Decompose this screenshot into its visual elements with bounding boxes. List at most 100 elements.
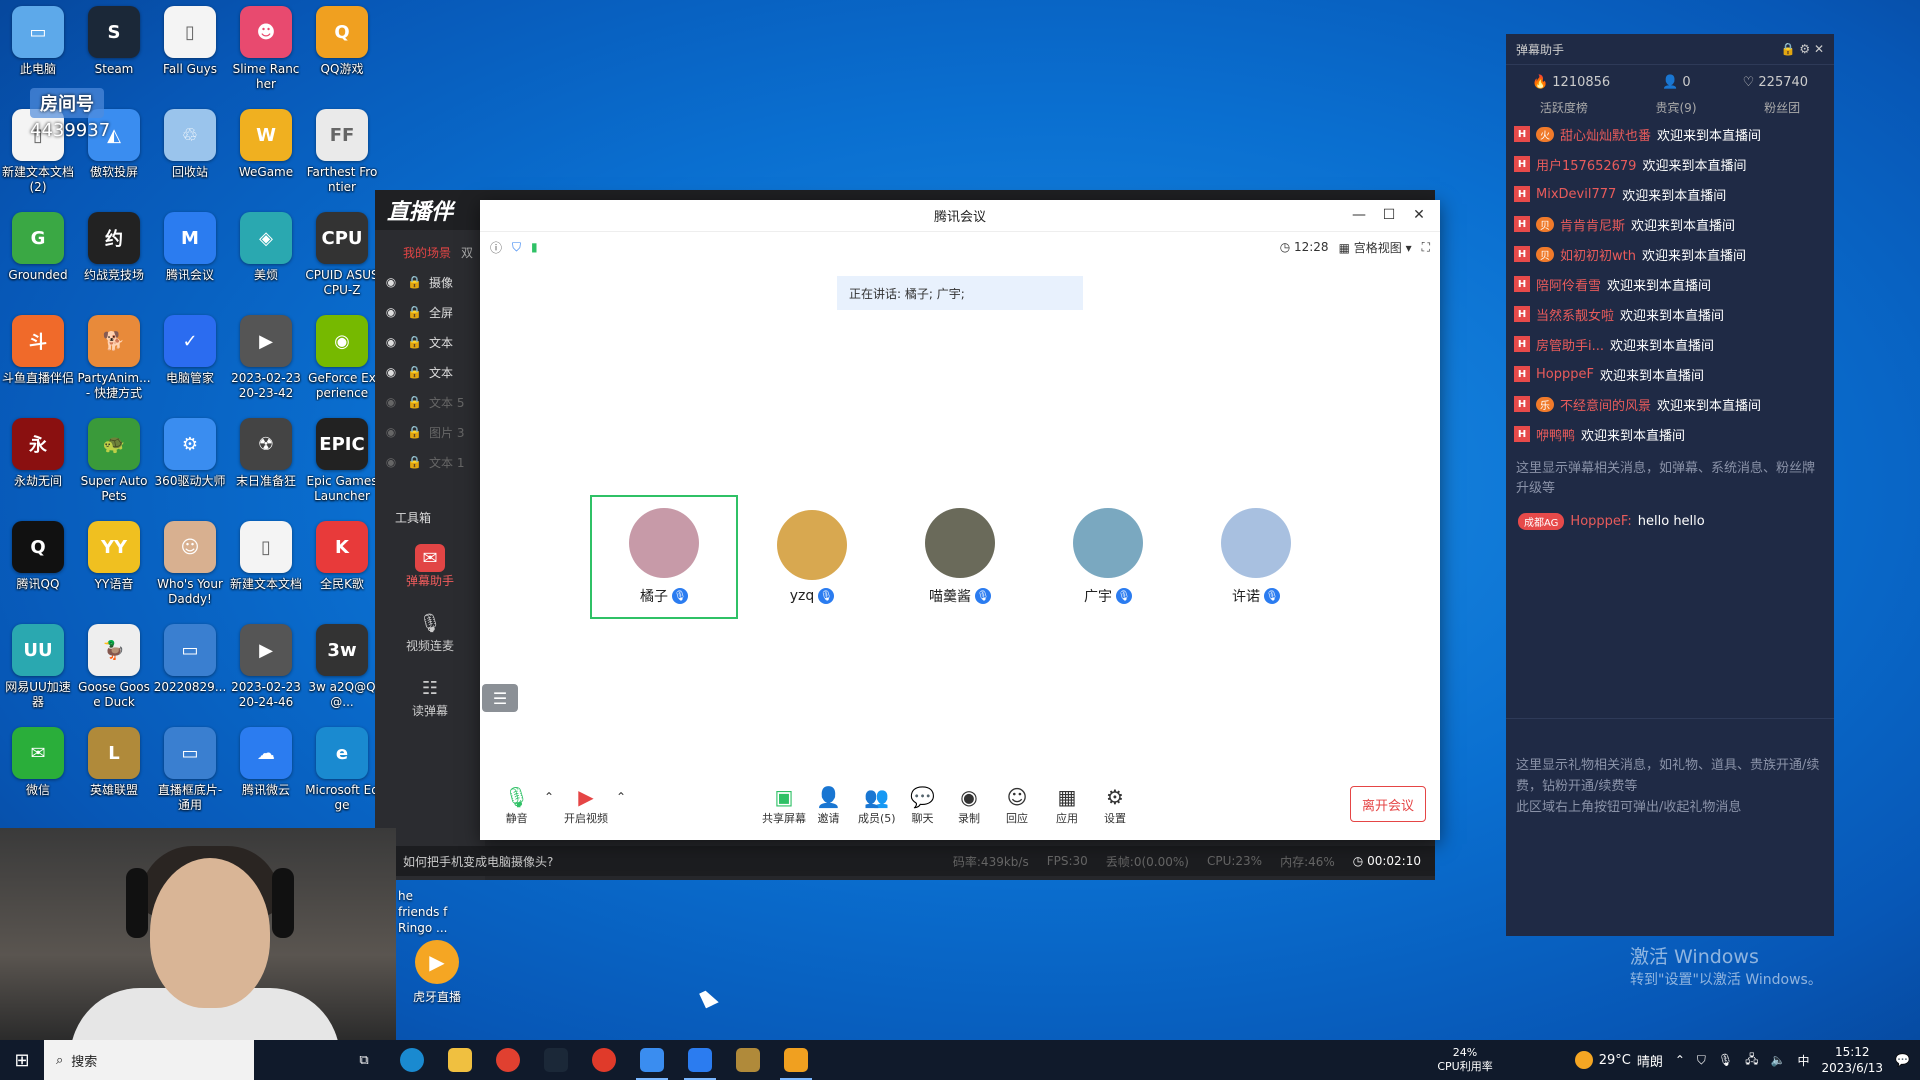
taskbar-edge[interactable] — [388, 1040, 436, 1080]
desktop-icon[interactable]: G Grounded — [0, 206, 76, 309]
desktop-icon[interactable]: W WeGame — [228, 103, 304, 206]
desktop-icon[interactable]: 斗斗鱼直播伴侣 — [0, 309, 76, 412]
shield-icon[interactable]: ⛉ — [512, 240, 521, 255]
scene-item[interactable]: ◉ 🔒 文本 5 — [375, 387, 485, 417]
taskbar-chrome[interactable] — [484, 1040, 532, 1080]
tab-fan-club[interactable]: 粉丝团 — [1764, 99, 1800, 119]
scene-item[interactable]: ◉ 🔒 文本 — [375, 357, 485, 387]
taskbar-explorer[interactable] — [436, 1040, 484, 1080]
desktop-icon[interactable]: Q QQ游戏 — [304, 0, 380, 103]
tab-activity-rank[interactable]: 活跃度榜 — [1540, 99, 1588, 119]
chat-button[interactable]: 💬 聊天 — [910, 784, 935, 826]
network-icon[interactable]: 🖧 — [1745, 1050, 1758, 1071]
apps-button[interactable]: ▦ 应用 — [1056, 784, 1078, 826]
desktop-icon[interactable]: ◉ GeForce Experience — [304, 309, 380, 412]
desktop-icon[interactable]: M 腾讯会议 — [152, 206, 228, 309]
desktop-icon[interactable]: EPIC Epic Games Launcher — [304, 412, 380, 515]
lock-icon[interactable]: 🔒 — [407, 425, 422, 439]
settings-button[interactable]: ⚙ 设置 — [1104, 784, 1126, 826]
lock-icon[interactable]: 🔒 — [407, 455, 422, 469]
eye-icon[interactable]: ◉ — [385, 275, 397, 289]
list-toggle-button[interactable]: ☰ — [482, 684, 518, 712]
notification-icon[interactable]: 💬 — [1895, 1053, 1910, 1067]
tab-vip[interactable]: 贵宾(9) — [1656, 99, 1697, 119]
desktop-icon[interactable]: YY YY语音 — [76, 515, 152, 618]
taskbar-league[interactable] — [724, 1040, 772, 1080]
desktop-icon[interactable]: ☁ 腾讯微云 — [228, 721, 304, 824]
participant-tile[interactable]: 广宇 🎙 — [1034, 495, 1182, 619]
participant-tile[interactable]: 许诺 🎙 — [1182, 495, 1330, 619]
maximize-button[interactable]: ☐ — [1374, 200, 1404, 231]
info-icon[interactable]: ⓘ — [490, 239, 502, 256]
share-screen-button[interactable]: ▣ 共享屏幕 — [762, 784, 806, 826]
volume-icon[interactable]: 🔈 — [1771, 1053, 1786, 1067]
eye-icon[interactable]: ◉ — [385, 395, 397, 409]
windows-start-button[interactable]: ⊞ — [0, 1050, 44, 1071]
scene-item[interactable]: ◉ 🔒 全屏 — [375, 297, 485, 327]
lock-icon[interactable]: 🔒 — [407, 275, 422, 289]
desktop-icon[interactable]: ✉ 微信 — [0, 721, 76, 824]
desktop-icon[interactable]: ▭ 20220829... — [152, 618, 228, 721]
desktop-icon[interactable]: K 全民K歌 — [304, 515, 380, 618]
file-label[interactable]: he friends f Ringo ... — [398, 888, 458, 936]
desktop-icon[interactable]: ▯ Fall Guys — [152, 0, 228, 103]
eye-icon[interactable]: ◉ — [385, 305, 397, 319]
desktop-icon[interactable]: ◈ 美烦 — [228, 206, 304, 309]
weather-widget[interactable]: 29°C 晴朗 — [1574, 1051, 1663, 1070]
lock-icon[interactable]: 🔒 — [407, 305, 422, 319]
minimize-button[interactable]: — — [1344, 200, 1374, 231]
desktop-icon[interactable]: ⚙ 360驱动大师 — [152, 412, 228, 515]
mic-options-chevron[interactable]: ⌃ — [544, 784, 554, 810]
participant-tile[interactable]: 橘子 🎙 — [590, 495, 738, 619]
close-button[interactable]: ✕ — [1404, 200, 1434, 231]
lock-icon[interactable]: 🔒 — [407, 395, 422, 409]
signal-icon[interactable]: ▮ — [531, 240, 538, 254]
participant-tile[interactable]: 喵羹酱 🎙 — [886, 495, 1034, 619]
gear-icon[interactable]: ⚙ — [1799, 42, 1810, 56]
lock-icon[interactable]: 🔒 — [407, 335, 422, 349]
desktop-icon[interactable]: ▶ 2023-02-23 20-24-46 — [228, 618, 304, 721]
desktop-icon[interactable]: ▶ 2023-02-23 20-23-42 — [228, 309, 304, 412]
desktop-icon[interactable]: ▭ 直播框底片-通用 — [152, 721, 228, 824]
huya-live-icon[interactable]: ▶ 虎牙直播 — [397, 940, 477, 1005]
eye-icon[interactable]: ◉ — [385, 365, 397, 379]
chevron-up-icon[interactable]: ⌃ — [1675, 1053, 1685, 1067]
taskbar-search[interactable]: ⌕ 搜索 — [44, 1040, 254, 1080]
start-video-button[interactable]: ▶ 开启视频 — [564, 784, 608, 826]
close-icon[interactable]: ✕ — [1814, 42, 1824, 56]
taskbar-steam[interactable] — [532, 1040, 580, 1080]
desktop-icon[interactable]: ▯ 新建文本文档 — [228, 515, 304, 618]
ime-indicator[interactable]: 中 — [1798, 1052, 1810, 1069]
invite-button[interactable]: 👤 邀请 — [816, 784, 841, 826]
members-button[interactable]: 👥 成员(5) — [858, 784, 896, 826]
help-question-link[interactable]: 如何把手机变成电脑摄像头? — [403, 853, 953, 870]
desktop-icon[interactable]: ☺ Who's Your Daddy! — [152, 515, 228, 618]
taskbar-tencent-meeting[interactable] — [676, 1040, 724, 1080]
tab-dual[interactable]: 双 — [461, 244, 473, 261]
desktop-icon[interactable]: L 英雄联盟 — [76, 721, 152, 824]
taskbar-stream-tool[interactable] — [772, 1040, 820, 1080]
desktop-icon[interactable]: ☻ Slime Rancher — [228, 0, 304, 103]
mic-tray-icon[interactable]: 🎙 — [1718, 1053, 1733, 1067]
danmaku-helper-tool[interactable]: ✉ 弹幕助手 — [375, 534, 485, 599]
eye-icon[interactable]: ◉ — [385, 425, 397, 439]
desktop-icon[interactable]: e Microsoft Edge — [304, 721, 380, 824]
video-connect-tool[interactable]: 🎙 视频连麦 — [375, 599, 485, 664]
eye-icon[interactable]: ◉ — [385, 335, 397, 349]
leave-meeting-button[interactable]: 离开会议 — [1350, 786, 1426, 822]
read-danmaku-tool[interactable]: ☷ 读弹幕 — [375, 664, 485, 729]
scene-item[interactable]: ◉ 🔒 文本 1 — [375, 447, 485, 477]
participant-tile[interactable]: yzq 🎙 — [738, 495, 886, 619]
desktop-icon[interactable]: UU 网易UU加速器 — [0, 618, 76, 721]
mute-button[interactable]: 🎙 静音 — [504, 784, 529, 826]
task-view-button[interactable]: ⧉ — [340, 1040, 388, 1080]
tab-my-scenes[interactable]: 我的场景 — [403, 244, 451, 261]
desktop-icon[interactable]: 🦆 Goose Goose Duck — [76, 618, 152, 721]
record-button[interactable]: ◉ 录制 — [958, 784, 980, 826]
lock-icon[interactable]: 🔒 — [1781, 42, 1796, 56]
scene-item[interactable]: ◉ 🔒 图片 3 — [375, 417, 485, 447]
desktop-icon[interactable]: 3w 3w a2Q@Q@... — [304, 618, 380, 721]
taskbar-app-s[interactable] — [628, 1040, 676, 1080]
react-button[interactable]: ☺ 回应 — [1006, 784, 1028, 826]
clock[interactable]: 15:12 2023/6/13 — [1822, 1044, 1884, 1076]
